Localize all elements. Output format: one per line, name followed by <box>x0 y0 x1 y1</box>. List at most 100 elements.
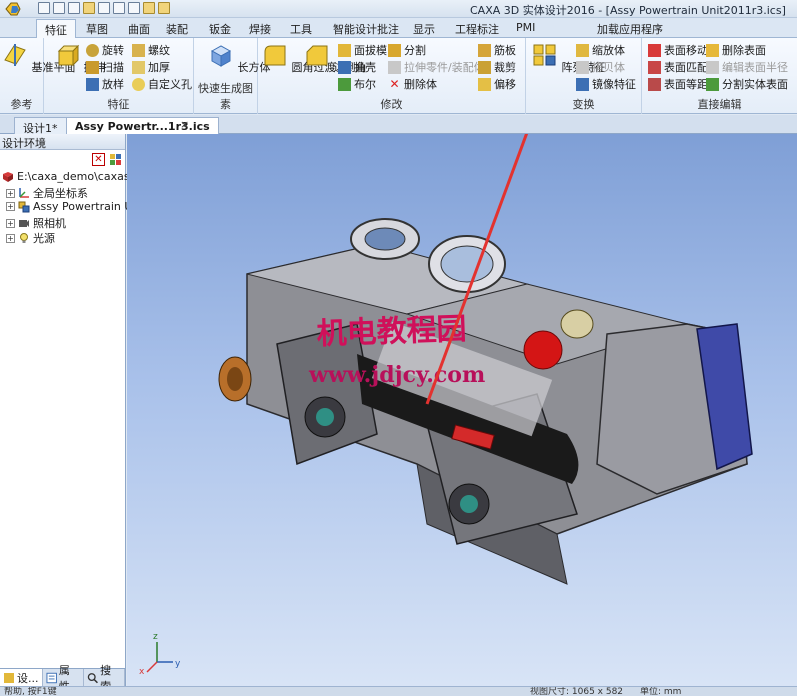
split-button[interactable]: 分割 <box>388 42 426 58</box>
tab-annotation[interactable]: 工程标注 <box>455 21 499 37</box>
rib-button[interactable]: 筋板 <box>478 42 516 58</box>
tab-smart-design[interactable]: 智能设计批注 <box>333 21 399 37</box>
loft-button[interactable]: 放样 <box>86 76 124 92</box>
trim-icon <box>478 60 491 74</box>
tab-design-env[interactable]: 设... <box>0 669 43 687</box>
tab-feature[interactable]: 特征 <box>36 19 76 39</box>
tree-node-root[interactable]: E:\caxa_demo\caxasoli <box>2 170 142 183</box>
custom-hole-button[interactable]: 自定义孔 <box>132 76 192 92</box>
scale-icon <box>576 43 589 57</box>
tab-weld[interactable]: 焊接 <box>249 21 271 37</box>
coordinate-system-icon <box>19 188 29 198</box>
group-label-direct-edit: 直接编辑 <box>697 98 742 111</box>
expand-icon[interactable]: + <box>6 233 15 243</box>
doc-tab-assy[interactable]: Assy Powertr...1r3.ics <box>66 117 219 134</box>
face-offset-icon <box>648 77 661 91</box>
axis-triad: z y x <box>139 632 181 677</box>
base-plane-icon <box>4 44 26 66</box>
3d-viewport[interactable]: 机电教程园 www.jdjcy.com z y x <box>127 134 797 686</box>
save-icon[interactable] <box>98 2 110 14</box>
thread-icon <box>132 43 145 57</box>
hole-icon <box>132 77 145 91</box>
extrude-part-icon <box>388 60 401 74</box>
status-units: 单位: mm <box>640 687 682 696</box>
status-bar: 帮助, 按F1键 视图尺寸: 1065 x 582 单位: mm <box>0 686 797 696</box>
tree-node-camera[interactable]: + 照相机 <box>6 215 66 231</box>
expand-icon[interactable]: + <box>6 188 15 198</box>
group-label-reference: 参考 <box>10 98 33 111</box>
group-modify: 圆角过渡 边倒角 面拔模 抽壳 布尔 分割 拉伸零件/装配体 ✕删除体 筋板 裁… <box>258 38 526 114</box>
tab-addins[interactable]: 加载应用程序 <box>597 21 663 37</box>
thread-button[interactable]: 螺纹 <box>132 42 170 58</box>
tree-node-assembly[interactable]: + Assy Powertrain Uni <box>6 200 142 213</box>
rib-icon <box>478 43 491 57</box>
tab-display[interactable]: 显示 <box>413 21 435 37</box>
redo-icon[interactable] <box>128 2 140 14</box>
draft-button[interactable]: 面拔模 <box>338 42 387 58</box>
copy-body-button[interactable]: 拷贝体 <box>576 59 625 75</box>
scale-button[interactable]: 缩放体 <box>576 42 625 58</box>
tab-properties[interactable]: 属性 <box>43 664 84 693</box>
ribbon-panel: 基准平面 参考 拉伸 旋转 扫描 放样 螺纹 加厚 自定义孔 特征 长方体 快速… <box>0 38 797 114</box>
panel-footer-tabs: 设... 属性 搜索 <box>0 664 126 693</box>
group-direct-edit: 表面移动 表面匹配 表面等距 删除表面 编辑表面半径 分割实体表面 直接编辑 <box>642 38 797 114</box>
save-as-icon[interactable] <box>68 2 80 14</box>
delete-body-button[interactable]: ✕ 删除体 <box>388 76 437 92</box>
face-move-button[interactable]: 表面移动 <box>648 42 708 58</box>
tab-assembly[interactable]: 装配 <box>166 21 188 37</box>
settings-icon[interactable] <box>143 2 155 14</box>
design-environment-panel: 设计环境 ✕ E:\caxa_demo\caxasoli + 全局坐标系 + A… <box>0 134 142 668</box>
face-move-icon <box>648 43 661 57</box>
tab-sheetmetal[interactable]: 钣金 <box>209 21 231 37</box>
powertrain-model[interactable] <box>218 218 753 585</box>
shell-button[interactable]: 抽壳 <box>338 59 376 75</box>
tab-tools[interactable]: 工具 <box>290 21 312 37</box>
loft-icon <box>86 77 99 91</box>
face-equal-button[interactable]: 表面等距 <box>648 76 708 92</box>
delete-face-button[interactable]: 删除表面 <box>706 42 766 58</box>
filter-icon[interactable] <box>109 153 122 166</box>
offset-icon <box>478 77 491 91</box>
mirror-icon <box>576 77 589 91</box>
extrude-icon <box>57 44 80 67</box>
split-icon <box>388 43 401 57</box>
tab-pmi[interactable]: PMI <box>516 21 535 34</box>
tab-surface[interactable]: 曲面 <box>128 21 150 37</box>
extrude-part-button[interactable]: 拉伸零件/装配体 <box>388 59 485 75</box>
select-filter-icon[interactable] <box>158 2 170 14</box>
offset-button[interactable]: 偏移 <box>478 76 516 92</box>
expand-icon[interactable]: + <box>6 218 15 228</box>
group-transform: 阵列特征 缩放体 拷贝体 镜像特征 变换 <box>526 38 642 114</box>
sweep-icon <box>86 60 99 74</box>
mirror-button[interactable]: 镜像特征 <box>576 76 636 92</box>
thicken-button[interactable]: 加厚 <box>132 59 170 75</box>
revolve-button[interactable]: 旋转 <box>86 42 124 58</box>
boolean-button[interactable]: 布尔 <box>338 76 376 92</box>
undo-icon[interactable] <box>113 2 125 14</box>
split-face-button[interactable]: 分割实体表面 <box>706 76 788 92</box>
tab-sketch[interactable]: 草图 <box>86 21 108 37</box>
tree-node-lights[interactable]: + 光源 <box>6 230 55 246</box>
edit-face-radius-button[interactable]: 编辑表面半径 <box>706 59 788 75</box>
thicken-icon <box>132 60 145 74</box>
expand-icon[interactable]: + <box>6 202 15 211</box>
properties-icon <box>45 672 57 684</box>
face-match-button[interactable]: 表面匹配 <box>648 59 708 75</box>
boolean-icon <box>338 77 351 91</box>
tab-search[interactable]: 搜索 <box>84 664 125 693</box>
doc-tab-design1[interactable]: 设计1* <box>14 117 67 135</box>
sweep-button[interactable]: 扫描 <box>86 59 124 75</box>
group-quick: 长方体 快速生成图素 <box>194 38 271 114</box>
close-icon[interactable]: × <box>180 118 189 131</box>
open-icon[interactable] <box>53 2 65 14</box>
group-label-modify: 修改 <box>380 98 403 111</box>
folder-icon[interactable] <box>83 2 95 14</box>
trim-button[interactable]: 裁剪 <box>478 59 516 75</box>
title-bar: CAXA 3D 实体设计2016 - [Assy Powertrain Unit… <box>0 0 797 18</box>
tree-node-global-coords[interactable]: + 全局坐标系 <box>6 185 88 201</box>
new-file-icon[interactable] <box>38 2 50 14</box>
axis-label-y: y <box>175 659 181 669</box>
status-help: 帮助, 按F1键 <box>4 687 57 696</box>
close-icon[interactable]: ✕ <box>92 153 105 166</box>
shell-icon <box>338 60 351 74</box>
